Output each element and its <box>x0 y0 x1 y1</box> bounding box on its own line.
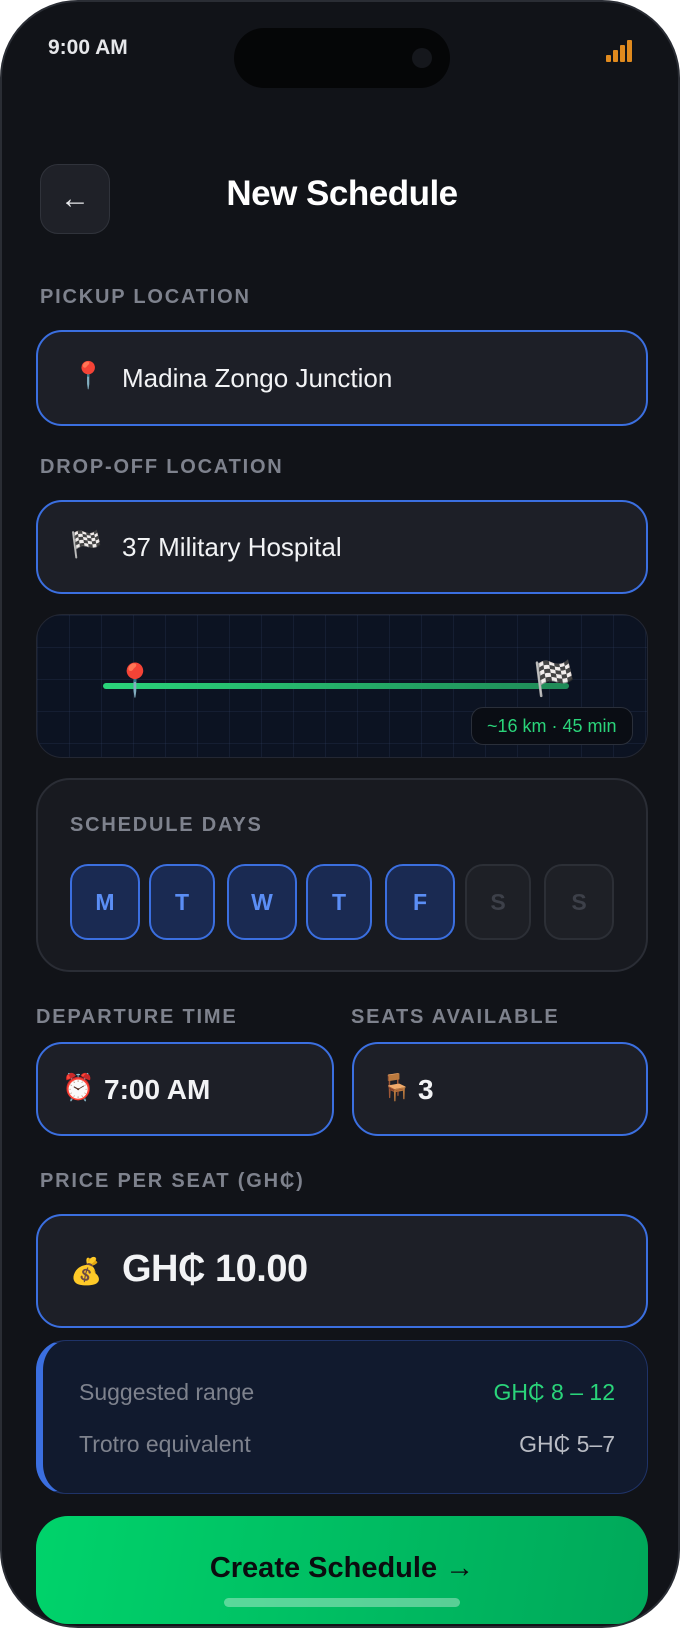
alarm-clock-icon: ⏰ <box>62 1072 95 1102</box>
pickup-field[interactable]: 📍 Madina Zongo Junction <box>36 330 648 426</box>
dynamic-island <box>234 28 450 88</box>
trotro-equivalent-label: Trotro equivalent <box>79 1431 251 1457</box>
seats-label: SEATS AVAILABLE <box>351 1006 560 1028</box>
departure-value: 7:00 AM <box>104 1074 211 1105</box>
day-toggle-wednesday[interactable]: W <box>227 864 297 940</box>
phone-frame: 9:00 AM ← New Schedule PICKUP LOCATION 📍… <box>0 0 680 1628</box>
create-schedule-button[interactable]: Create Schedule → <box>36 1516 648 1624</box>
signal-icon <box>606 34 638 62</box>
day-toggle-tuesday[interactable]: T <box>149 864 215 940</box>
camera <box>412 48 432 68</box>
suggested-range-value: GH₵ 8 – 12 <box>493 1379 615 1405</box>
location-pin-icon: 📍 <box>72 360 105 390</box>
back-button[interactable]: ← <box>40 164 110 234</box>
pickup-label: PICKUP LOCATION <box>40 286 251 308</box>
day-toggle-thursday[interactable]: T <box>306 864 372 940</box>
suggested-range-label: Suggested range <box>79 1379 255 1405</box>
route-line <box>103 683 569 689</box>
trotro-equivalent-value: GH₵ 5–7 <box>519 1431 615 1457</box>
route-summary-badge: ~16 km · 45 min <box>471 707 633 745</box>
route-end-flag-icon: 🏁 <box>533 660 576 698</box>
money-bag-icon: 💰 <box>70 1256 103 1286</box>
pickup-value: Madina Zongo Junction <box>122 363 393 393</box>
price-value: GH₵ 10.00 <box>122 1248 308 1290</box>
route-start-pin-icon: 📍 <box>115 662 155 698</box>
price-field[interactable]: 💰 GH₵ 10.00 <box>36 1214 648 1328</box>
departure-label: DEPARTURE TIME <box>36 1006 238 1028</box>
back-arrow-icon: ← <box>60 182 90 215</box>
seats-value: 3 <box>418 1074 434 1105</box>
route-map-preview: 📍 🏁 ~16 km · 45 min <box>36 614 648 758</box>
dropoff-value: 37 Military Hospital <box>122 532 342 562</box>
dropoff-field[interactable]: 🏁 37 Military Hospital <box>36 500 648 594</box>
day-toggle-sunday[interactable]: S <box>544 864 614 940</box>
schedule-days-card: SCHEDULE DAYS M T W T F S S <box>36 778 648 972</box>
dropoff-label: DROP-OFF LOCATION <box>40 456 284 478</box>
day-toggle-saturday[interactable]: S <box>465 864 531 940</box>
checkered-flag-icon: 🏁 <box>70 529 103 559</box>
status-time: 9:00 AM <box>48 36 128 59</box>
day-toggle-friday[interactable]: F <box>385 864 455 940</box>
price-label: PRICE PER SEAT (GH₵) <box>40 1170 305 1192</box>
day-toggle-monday[interactable]: M <box>70 864 140 940</box>
home-indicator <box>224 1598 460 1607</box>
departure-time-field[interactable]: ⏰ 7:00 AM <box>36 1042 334 1136</box>
schedule-days-label: SCHEDULE DAYS <box>70 814 263 836</box>
seats-field[interactable]: 🪑 3 <box>352 1042 648 1136</box>
chair-icon: 🪑 <box>380 1072 413 1102</box>
price-hint-card: Suggested range GH₵ 8 – 12 Trotro equiva… <box>36 1340 648 1494</box>
page-title: New Schedule <box>226 174 458 213</box>
